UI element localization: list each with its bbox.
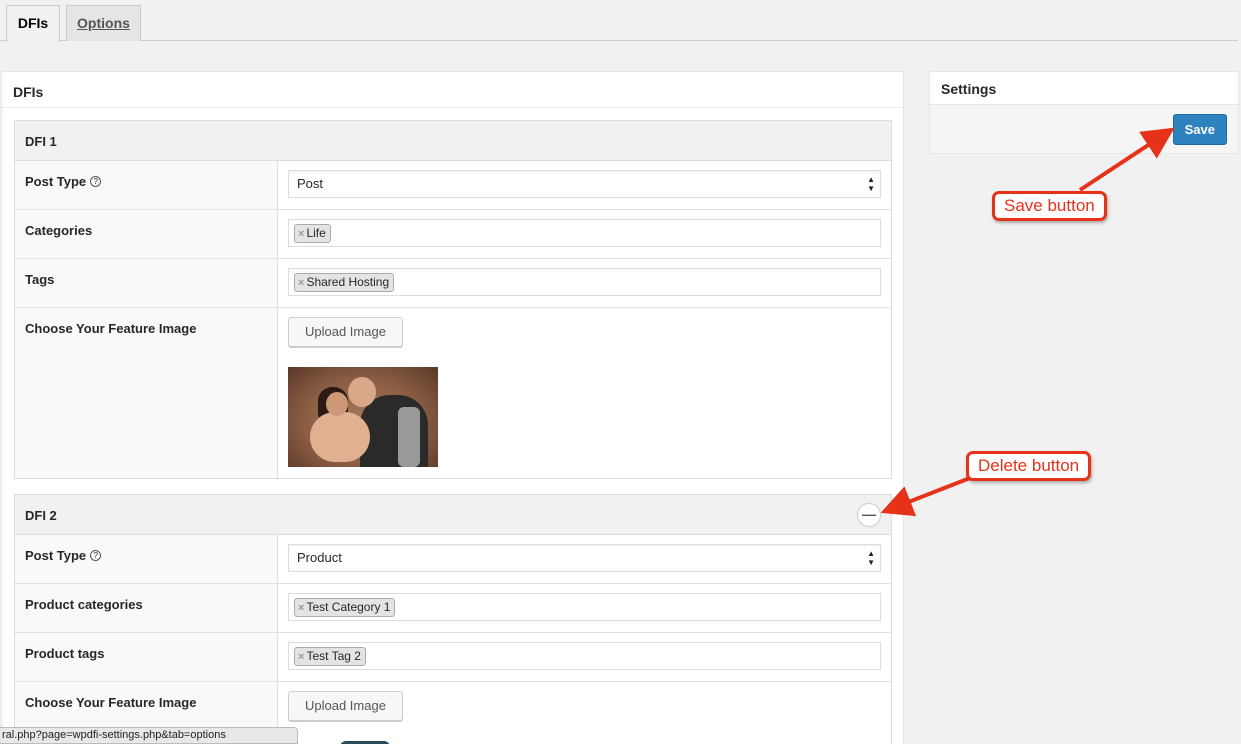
delete-dfi-button[interactable]: — [857,503,881,527]
upload-image-button[interactable]: Upload Image [288,317,403,347]
post-type-selected-value: Product [297,550,342,565]
post-type-label: Post Type [25,174,87,189]
chip-remove-icon[interactable]: × [298,228,304,240]
help-icon[interactable]: ? [90,176,102,187]
category-chip-label: Life [306,226,326,240]
dfis-panel: DFIs DFI 1 Post Type? Post ▲ ▼ Categories … [1,71,904,744]
categories-label: Categories [25,223,93,238]
tab-dfis[interactable]: DFIs [6,5,60,42]
categories-label-cell: Categories [15,210,278,258]
post-type-select[interactable]: Post ▲ ▼ [288,170,881,198]
tags-value-cell: × Shared Hosting [278,259,891,307]
category-chip: × Test Category 1 [294,598,396,617]
post-type-label-cell: Post Type? [15,161,278,209]
image-value-cell: Upload Image [278,308,891,478]
post-type-selected-value: Post [297,176,324,191]
tag-chip-label: Shared Hosting [306,275,390,289]
tags-label: Tags [25,272,55,287]
feature-image-thumbnail [288,367,438,467]
image-label: Choose Your Feature Image [25,695,197,710]
tag-chip: × Test Tag 2 [294,647,366,666]
dfi-1-tags-row: Tags × Shared Hosting [15,259,891,308]
post-type-label-cell: Post Type? [15,535,278,583]
product-tags-value-cell: × Test Tag 2 [278,633,891,681]
post-type-label: Post Type [25,548,87,563]
product-categories-label: Product categories [25,597,143,612]
dfi-2-categories-row: Product categories × Test Category 1 [15,584,891,633]
select-arrows-icon: ▲ ▼ [867,549,875,567]
chip-remove-icon[interactable]: × [298,602,304,614]
product-tags-input[interactable]: × Test Tag 2 [288,642,881,670]
delete-button-callout: Delete button [966,451,1092,481]
post-type-select[interactable]: Product ▲ ▼ [288,544,881,572]
dfi-1-section: DFI 1 Post Type? Post ▲ ▼ Categories × Life… [14,120,892,479]
dfi-2-post-type-row: Post Type? Product ▲ ▼ [15,535,891,584]
image-label: Choose Your Feature Image [25,321,197,336]
product-tags-label: Product tags [25,646,105,661]
product-categories-input[interactable]: × Test Category 1 [288,593,881,621]
post-type-value-cell: Post ▲ ▼ [278,161,891,209]
product-categories-value-cell: × Test Category 1 [278,584,891,632]
tags-label-cell: Tags [15,259,278,307]
product-tags-label-cell: Product tags [15,633,278,681]
dfi-2-section: DFI 2 — Post Type? Product ▲ ▼ Product cat… [14,494,892,744]
dfi-1-image-row: Choose Your Feature Image Upload Image [15,308,891,478]
post-type-value-cell: Product ▲ ▼ [278,535,891,583]
image-label-cell: Choose Your Feature Image [15,308,278,478]
panel-title: DFIs [2,72,903,108]
tag-chip: × Shared Hosting [294,273,395,292]
chip-remove-icon[interactable]: × [298,651,304,663]
image-value-cell: Upload Image [278,682,891,744]
category-chip: × Life [294,224,331,243]
tag-chip-label: Test Tag 2 [306,649,361,663]
upload-image-button[interactable]: Upload Image [288,691,403,721]
chip-remove-icon[interactable]: × [298,277,304,289]
tab-options[interactable]: Options [66,5,141,41]
save-button-callout: Save button [992,191,1107,221]
dfi-1-categories-row: Categories × Life [15,210,891,259]
dfi-2-header: DFI 2 — [15,495,891,535]
settings-box: Settings Save [929,71,1239,154]
dfi-1-title: DFI 1 [25,134,57,149]
tab-bar: DFIs Options [0,0,1238,42]
status-url-bar: ral.php?page=wpdfi-settings.php&tab=opti… [0,727,298,744]
categories-value-cell: × Life [278,210,891,258]
save-button[interactable]: Save [1172,114,1227,145]
dfi-1-post-type-row: Post Type? Post ▲ ▼ [15,161,891,210]
dfi-2-tags-row: Product tags × Test Tag 2 [15,633,891,682]
tags-input[interactable]: × Shared Hosting [288,268,881,296]
categories-input[interactable]: × Life [288,219,881,247]
category-chip-label: Test Category 1 [306,600,391,614]
settings-title: Settings [930,72,1238,105]
product-categories-label-cell: Product categories [15,584,278,632]
dfi-1-header: DFI 1 [15,121,891,161]
select-arrows-icon: ▲ ▼ [867,175,875,193]
help-icon[interactable]: ? [90,550,102,561]
dfi-2-title: DFI 2 [25,508,57,523]
